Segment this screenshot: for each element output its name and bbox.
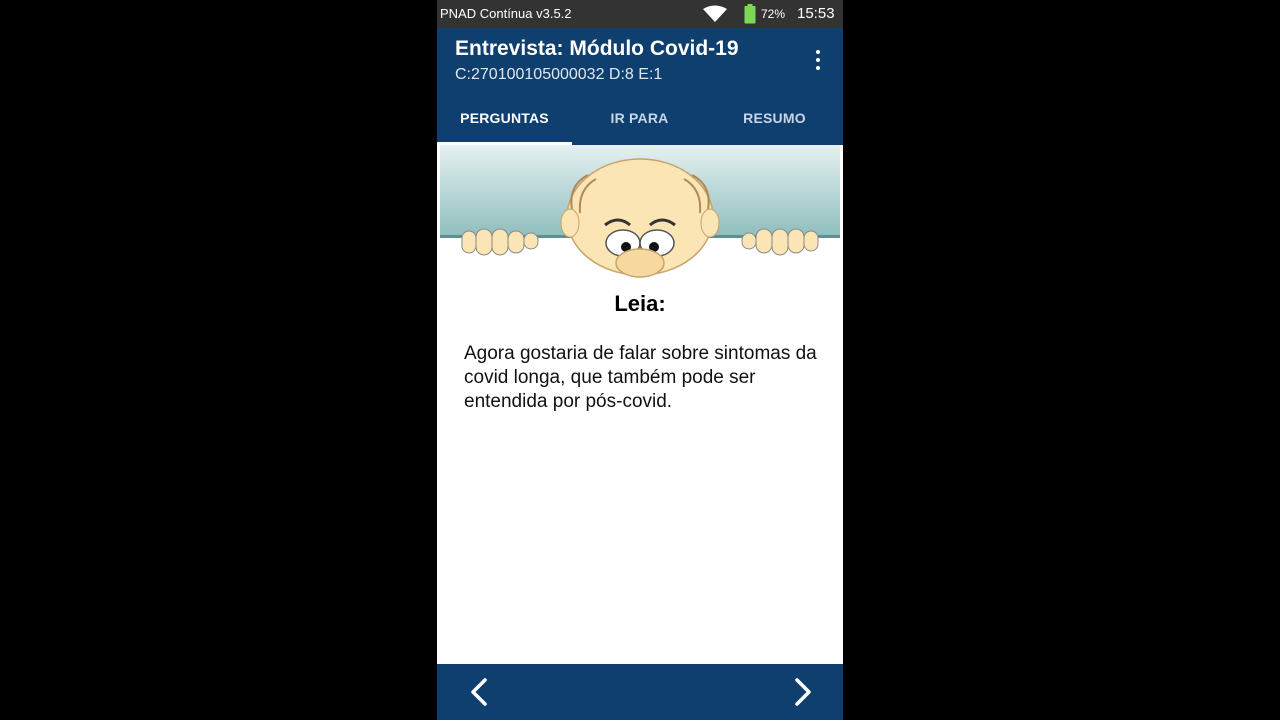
read-heading: Leia: <box>614 291 666 316</box>
bottom-navigation <box>437 664 843 720</box>
question-text: Agora gostaria de falar sobre sintomas d… <box>464 343 817 412</box>
chevron-right-icon[interactable] <box>787 677 817 707</box>
status-app-label: PNAD Contínua v3.5.2 <box>440 6 572 21</box>
clock: 15:53 <box>797 5 835 22</box>
app-bar: Entrevista: Módulo Covid-19 C:2701001050… <box>437 28 843 90</box>
tab-perguntas[interactable]: PERGUNTAS <box>437 90 572 145</box>
status-bar: PNAD Contínua v3.5.2 72% 15:53 <box>437 0 843 28</box>
battery-icon <box>744 4 756 29</box>
tab-bar: PERGUNTAS IR PARA RESUMO <box>437 90 843 145</box>
battery-percent: 72% <box>761 7 786 21</box>
page-title: Entrevista: Módulo Covid-19 <box>455 37 739 60</box>
interview-code: C:270100105000032 D:8 E:1 <box>455 66 663 83</box>
peeking-character-illustration <box>440 145 840 278</box>
wifi-icon <box>703 5 727 28</box>
tab-ir-para[interactable]: IR PARA <box>572 90 707 145</box>
more-vertical-icon[interactable] <box>808 48 828 72</box>
chevron-left-icon[interactable] <box>465 677 495 707</box>
question-content: Leia: Agora gostaria de falar sobre sint… <box>437 145 843 664</box>
phone-screen: PNAD Contínua v3.5.2 72% 15:53 Entrevist… <box>437 0 843 720</box>
tab-resumo[interactable]: RESUMO <box>707 90 842 145</box>
